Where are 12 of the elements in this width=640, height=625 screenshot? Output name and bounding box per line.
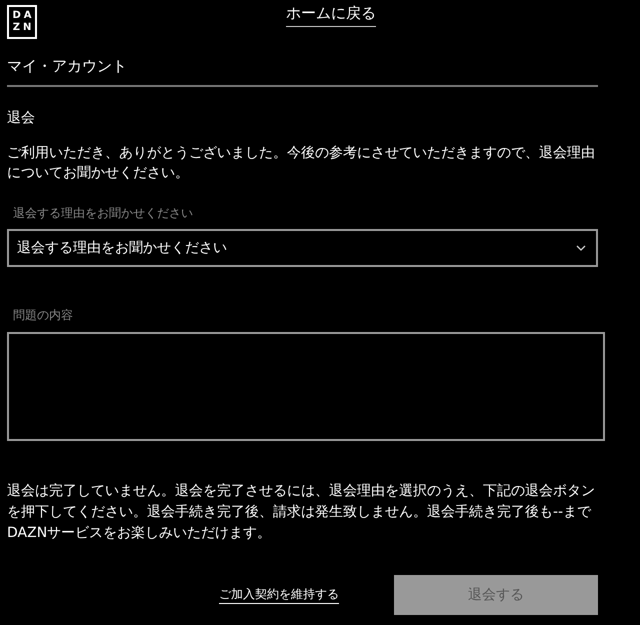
logo: DA ZN: [7, 5, 37, 39]
reason-dropdown[interactable]: 退会する理由をお聞かせください: [7, 229, 598, 267]
intro-text: ご利用いただき、ありがとうございました。今後の参考にさせていただきますので、退会理由についてお聞かせください。: [7, 144, 596, 183]
chevron-down-icon: [576, 245, 586, 251]
notice-text: 退会は完了していません。退会を完了させるには、退会理由を選択のうえ、下記の退会ボタンを押下してください。退会手続き完了後、請求は発生致しません。退会手続き完了後も--までDAZNサービスをお楽しみいただけます。: [7, 482, 596, 543]
section-title: 退会: [7, 109, 36, 127]
details-field[interactable]: [7, 332, 605, 441]
field-label: 退会する理由をお聞かせください: [12, 205, 194, 222]
home-link[interactable]: ホームに戻る: [286, 4, 376, 27]
keep-subscription-link[interactable]: ご加入契約を維持する: [219, 586, 339, 604]
page-title: マイ・アカウント: [7, 57, 128, 76]
field-label: 問題の内容: [12, 307, 74, 324]
